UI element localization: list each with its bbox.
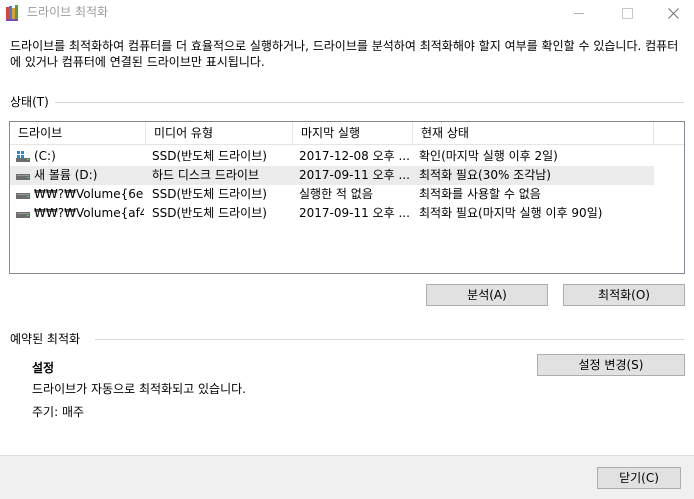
- optimize-button[interactable]: 최적화(O): [563, 284, 685, 306]
- column-header-current-status[interactable]: 현재 상태: [413, 122, 654, 144]
- scheduled-section-label: 예약된 최적화: [10, 332, 81, 346]
- cell-status: 최적화 필요(마지막 실행 이후 90일): [419, 206, 603, 220]
- windows-drive-icon: [16, 151, 30, 162]
- description-text: 드라이브를 최적화하여 컴퓨터를 더 효율적으로 실행하거나, 드라이브를 분석…: [10, 39, 679, 69]
- drive-icon: [16, 212, 30, 218]
- settings-heading: 설정: [32, 361, 55, 375]
- cell-drive: ₩₩?₩Volume{af4...: [34, 206, 144, 220]
- table-row[interactable]: (C:) SSD(반도체 드라이브) 2017-12-08 오후 ... 확인(…: [10, 147, 654, 166]
- cell-media-type: SSD(반도체 드라이브): [152, 187, 267, 201]
- column-header-drive[interactable]: 드라이브: [10, 122, 146, 144]
- minimize-icon: [574, 12, 584, 14]
- cell-status: 최적화를 사용할 수 없음: [419, 187, 541, 201]
- analyze-button[interactable]: 분석(A): [426, 284, 548, 306]
- table-row[interactable]: ₩₩?₩Volume{af4... SSD(반도체 드라이브) 2017-09-…: [10, 204, 654, 223]
- minimize-button[interactable]: [556, 0, 602, 26]
- title-bar: 드라이브 최적화: [0, 0, 694, 30]
- drive-icon: [16, 174, 30, 180]
- cell-status: 확인(마지막 실행 이후 2일): [419, 149, 558, 163]
- window-title: 드라이브 최적화: [27, 5, 109, 19]
- defrag-app-icon: [6, 5, 18, 21]
- column-header-media-type[interactable]: 미디어 유형: [146, 122, 293, 144]
- cell-last-run: 실행한 적 없음: [299, 187, 373, 201]
- close-window-button[interactable]: [650, 0, 694, 26]
- cell-last-run: 2017-12-08 오후 ...: [299, 149, 410, 163]
- cell-last-run: 2017-09-11 오후 ...: [299, 168, 410, 182]
- list-header: 드라이브 미디어 유형 마지막 실행 현재 상태: [10, 122, 684, 145]
- close-button[interactable]: 닫기(C): [597, 467, 681, 489]
- table-row[interactable]: ₩₩?₩Volume{6ee... SSD(반도체 드라이브) 실행한 적 없음…: [10, 185, 654, 204]
- change-settings-button[interactable]: 설정 변경(S): [537, 354, 685, 376]
- maximize-icon: [621, 7, 633, 19]
- close-icon: [667, 7, 679, 19]
- schedule-status-text: 드라이브가 자동으로 최적화되고 있습니다.: [32, 382, 246, 396]
- footer-bar: [0, 455, 694, 499]
- cell-media-type: 하드 디스크 드라이브: [152, 168, 259, 182]
- cell-media-type: SSD(반도체 드라이브): [152, 206, 267, 220]
- maximize-button[interactable]: [604, 0, 650, 26]
- cell-last-run: 2017-09-11 오후 ...: [299, 206, 410, 220]
- drive-list[interactable]: 드라이브 미디어 유형 마지막 실행 현재 상태 (C:) SSD(반도체 드라…: [9, 121, 685, 274]
- status-section-label: 상태(T): [10, 95, 49, 109]
- drive-icon: [16, 193, 30, 199]
- cell-status: 최적화 필요(30% 조각남): [419, 168, 551, 182]
- column-header-last-run[interactable]: 마지막 실행: [293, 122, 413, 144]
- cell-drive: 새 볼륨 (D:): [34, 168, 98, 182]
- cell-drive: (C:): [34, 149, 56, 163]
- schedule-frequency: 주기: 매주: [32, 405, 85, 419]
- table-row[interactable]: 새 볼륨 (D:) 하드 디스크 드라이브 2017-09-11 오후 ... …: [10, 166, 654, 185]
- cell-drive: ₩₩?₩Volume{6ee...: [34, 187, 144, 201]
- cell-media-type: SSD(반도체 드라이브): [152, 149, 267, 163]
- status-separator: [55, 102, 684, 103]
- scheduled-separator: [95, 339, 684, 340]
